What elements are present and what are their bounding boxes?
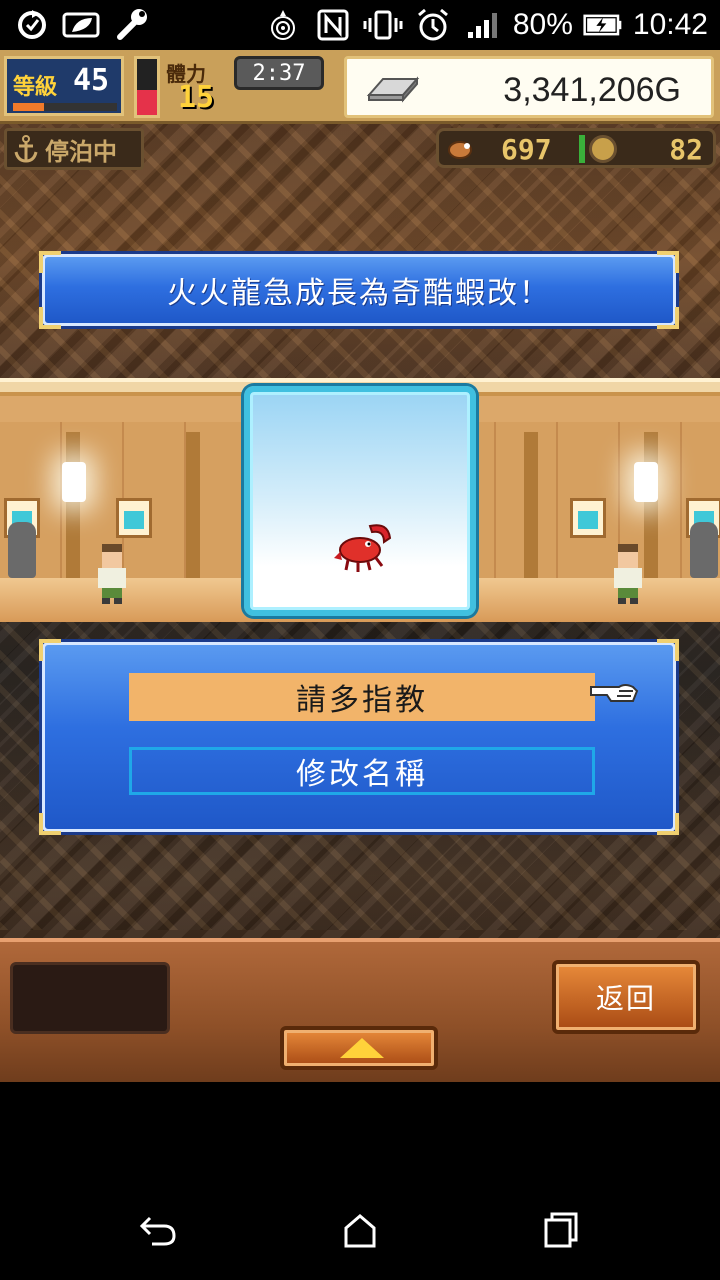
anchor-icon: [14, 135, 38, 163]
clock: 10:42: [632, 8, 708, 41]
bottom-toolbar: 返回: [0, 938, 720, 1082]
resources-panel: 697 82: [436, 128, 716, 168]
level-progress-fill: [13, 103, 45, 111]
medal-icon: [589, 135, 617, 163]
back-button[interactable]: 返回: [552, 960, 700, 1034]
wall-lamp: [62, 462, 86, 502]
dock-status-badge: 停泊中: [4, 128, 144, 170]
game-scene: 等級 45 體力 15 2:37 3,341,206G 停泊中 697 82 火…: [0, 50, 720, 1082]
nav-recents-icon[interactable]: [538, 1210, 582, 1250]
nfc-icon: [313, 6, 353, 44]
option-rename[interactable]: 修改名稱: [129, 747, 595, 795]
status-right-icons: 80% 10:42: [263, 0, 708, 50]
android-nav-bar: [0, 1180, 720, 1280]
battery-percent: 80%: [512, 8, 573, 41]
signal-icon: [463, 6, 503, 44]
food-count: 697: [501, 133, 552, 166]
battery-charging-icon: [583, 6, 623, 44]
level-panel: 等級 45: [4, 56, 124, 116]
urn: [8, 522, 36, 578]
creature-portrait-frame: [244, 386, 476, 616]
crew-member-sprite: [98, 544, 126, 604]
level-progress-bar: [13, 103, 117, 111]
gold-panel: 3,341,206G: [344, 56, 714, 118]
vibrate-icon: [363, 6, 403, 44]
level-value: 45: [73, 63, 110, 98]
food-icon: [448, 141, 472, 159]
pillar: [186, 432, 200, 582]
option-nice-to-meet-you[interactable]: 請多指教: [129, 673, 595, 721]
porthole-window: [570, 498, 606, 538]
status-bar: 80% 10:42: [0, 0, 720, 50]
stamina-gauge: [134, 56, 160, 118]
fingerprint-icon: [263, 6, 303, 44]
pillar: [66, 432, 80, 582]
stamina-value: 15: [178, 80, 215, 115]
empty-item-slot: [10, 962, 170, 1034]
alarm-icon: [413, 6, 453, 44]
hud-row-2: 停泊中 697 82: [0, 126, 720, 172]
resource-divider: [579, 135, 585, 163]
crayfish-creature-sprite: [334, 524, 392, 572]
pillar: [644, 432, 658, 582]
nav-home-icon[interactable]: [338, 1210, 382, 1250]
status-left-icons: [12, 6, 152, 44]
dock-status-label: 停泊中: [45, 137, 117, 166]
leaf-icon: [62, 6, 102, 44]
evolution-message: 火火龍急成長為奇酷蝦改！: [167, 276, 551, 311]
nav-back-icon[interactable]: [136, 1210, 180, 1250]
wrench-icon: [112, 6, 152, 44]
pillar: [524, 432, 538, 582]
choice-menu-panel: 請多指教 修改名稱: [39, 639, 679, 835]
crew-member-sprite: [614, 544, 642, 604]
level-label: 等級: [13, 75, 58, 100]
stamina-timer: 2:37: [234, 56, 324, 90]
up-arrow-icon: [340, 1038, 384, 1058]
urn: [690, 522, 718, 578]
silver-bar-icon: [366, 76, 420, 103]
gold-amount: 3,341,206G: [503, 71, 681, 109]
medal-count: 82: [669, 133, 703, 166]
wall-lamp: [634, 462, 658, 502]
hud-bar: 等級 45 體力 15 2:37 3,341,206G: [0, 50, 720, 124]
expand-menu-button[interactable]: [280, 1026, 438, 1070]
hand-pointer-icon: [590, 684, 639, 702]
stamina-fill: [137, 89, 157, 115]
message-panel: 火火龍急成長為奇酷蝦改！: [39, 251, 679, 329]
porthole-window: [116, 498, 152, 538]
sync-icon: [12, 6, 52, 44]
